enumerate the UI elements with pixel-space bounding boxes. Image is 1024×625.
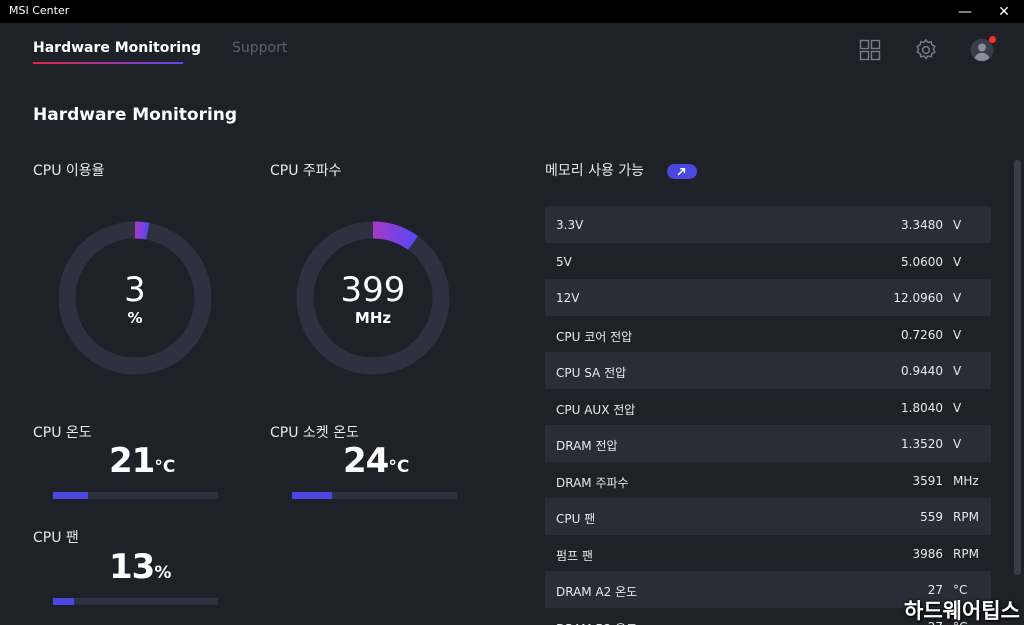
arrow-up-right-icon [677, 168, 686, 176]
scrollbar[interactable] [1014, 160, 1021, 575]
row-value: 12.0960 [893, 291, 943, 305]
cpu-fan-label: CPU 팬 [33, 530, 79, 546]
cpu-frequency-unit: MHz [354, 309, 392, 327]
tab-hardware-monitoring[interactable]: Hardware Monitoring [33, 40, 201, 56]
gauge-arc [134, 221, 150, 240]
row-value: 559 [920, 510, 943, 524]
notification-dot [989, 36, 996, 43]
active-tab-underline [33, 62, 183, 64]
memory-table: 3.3V 3.3480 V 5V 5.0600 V 12V 12.0960 V CPU 코어 전압… [545, 206, 991, 625]
table-row: DRAM 주파수 3591 MHz [545, 462, 991, 499]
gear-icon[interactable] [914, 38, 938, 62]
row-unit: MHz [953, 473, 979, 488]
row-value: 1.8040 [901, 400, 943, 415]
table-row: 5V 5.0600 V [545, 243, 991, 280]
gauge-arc [372, 221, 418, 251]
row-value: 0.9440 [901, 364, 943, 378]
row-label: CPU SA 전압 [556, 366, 627, 380]
table-row: DRAM 전압 1.3520 V [545, 425, 991, 462]
table-row: CPU AUX 전압 1.8040 V [545, 389, 991, 426]
cpu-temp-value: 21 [109, 441, 155, 481]
close-icon: ✕ [998, 3, 1010, 20]
cpu-frequency-value: 399 [340, 270, 406, 310]
row-value: 5.0600 [901, 254, 943, 269]
cpu-socket-temp-label: CPU 소켓 온도 [270, 425, 359, 441]
row-label: CPU AUX 전압 [556, 402, 636, 417]
cpu-frequency-label: CPU 주파수 [270, 163, 342, 179]
row-label: DRAM B2 온도 [556, 620, 637, 625]
cpu-fan-unit: % [154, 563, 172, 583]
table-row: CPU 팬 559 RPM [545, 498, 991, 535]
row-label: CPU 팬 [556, 512, 596, 526]
cpu-fan-readout: 13% [109, 547, 171, 587]
table-row: CPU SA 전압 0.9440 V [545, 352, 991, 389]
row-label: 펌프 팬 [556, 548, 593, 563]
row-unit: RPM [953, 546, 979, 561]
watermark-text: 하드웨어팁스 [904, 599, 1020, 623]
row-value: 3.3480 [901, 218, 943, 232]
row-value: 0.7260 [901, 327, 943, 342]
row-label: CPU 코어 전압 [556, 329, 633, 344]
minimize-icon: — [958, 3, 972, 20]
cpu-usage-unit: % [127, 309, 143, 327]
cpu-fan-bar-fill [53, 598, 75, 605]
row-unit: V [953, 254, 962, 269]
row-unit: V [953, 327, 962, 342]
table-row: CPU 코어 전압 0.7260 V [545, 316, 991, 353]
cpu-usage-label: CPU 이용율 [33, 163, 105, 179]
cpu-temp-unit: °C [154, 457, 176, 477]
cpu-temp-label: CPU 온도 [33, 425, 92, 441]
row-unit: V [953, 218, 962, 232]
cpu-socket-temp-unit: °C [388, 457, 410, 477]
row-unit: V [953, 437, 962, 451]
app-title: MSI Center [9, 4, 70, 17]
row-unit: V [953, 291, 962, 305]
row-unit: RPM [953, 510, 979, 524]
row-label: 3.3V [556, 218, 584, 232]
minimize-button[interactable]: — [947, 0, 983, 23]
cpu-temp-readout: 21°C [109, 441, 175, 481]
memory-title: 메모리 사용 가능 [545, 163, 645, 179]
page-title: Hardware Monitoring [33, 105, 238, 125]
cpu-fan-value: 13 [109, 547, 155, 587]
row-unit: V [953, 400, 962, 415]
cpu-socket-temp-bar-fill [292, 492, 332, 499]
cpu-temp-bar [53, 492, 218, 499]
memory-toggle-button[interactable] [667, 164, 697, 179]
row-value: 3986 [912, 546, 943, 561]
table-row: 12V 12.0960 V [545, 279, 991, 316]
row-label: 12V [556, 291, 580, 305]
row-label: DRAM 주파수 [556, 475, 629, 490]
tab-support[interactable]: Support [232, 40, 287, 56]
cpu-temp-bar-fill [53, 492, 88, 499]
row-value: 1.3520 [901, 437, 943, 451]
cpu-fan-bar [53, 598, 218, 605]
close-button[interactable]: ✕ [986, 0, 1022, 23]
table-row: 3.3V 3.3480 V [545, 206, 991, 243]
grid-icon[interactable] [858, 38, 882, 62]
cpu-socket-temp-readout: 24°C [343, 441, 409, 481]
title-bar: MSI Center — ✕ [0, 0, 1024, 23]
row-unit: V [953, 364, 962, 378]
row-label: DRAM A2 온도 [556, 585, 638, 599]
table-row: 펌프 팬 3986 RPM [545, 535, 991, 572]
cpu-usage-value: 3 [124, 270, 146, 310]
row-label: 5V [556, 254, 572, 269]
cpu-socket-temp-bar [292, 492, 457, 499]
row-value: 3591 [912, 473, 943, 488]
cpu-socket-temp-value: 24 [343, 441, 389, 481]
row-label: DRAM 전압 [556, 439, 618, 453]
